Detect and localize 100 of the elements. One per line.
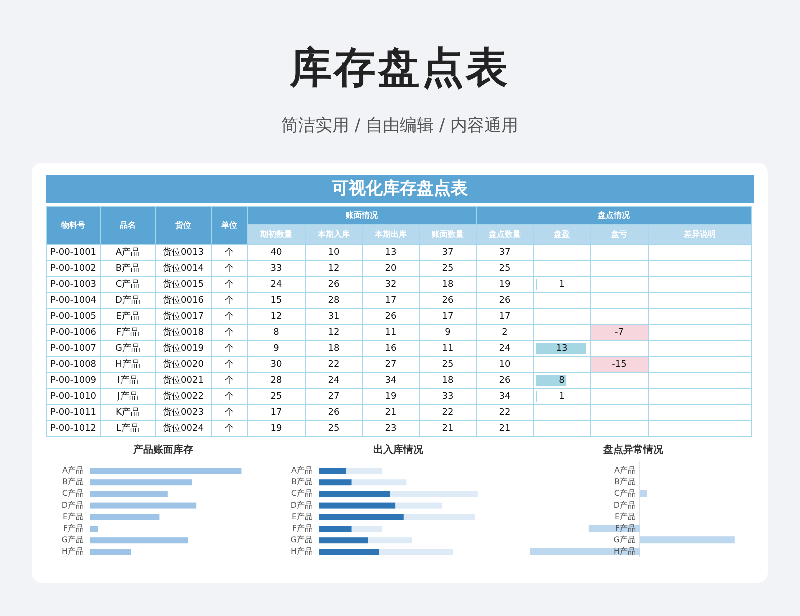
column-header: 差异说明 xyxy=(648,224,752,244)
table-cell: 28 xyxy=(306,292,362,308)
table-cell: 个 xyxy=(212,404,248,420)
table-cell: 19 xyxy=(248,420,306,436)
table-cell: G产品 xyxy=(100,340,156,356)
axis-label: B产品 xyxy=(614,478,636,487)
table-cell: 个 xyxy=(212,276,248,292)
axis-label: F产品 xyxy=(63,524,84,533)
table-cell: 25 xyxy=(420,356,476,372)
column-header: 本期出库 xyxy=(362,224,420,244)
table-cell: 2 xyxy=(476,324,534,340)
subtitle: 简洁实用 / 自由编辑 / 内容通用 xyxy=(281,115,519,137)
chart-title: 盘点异常情况 xyxy=(602,444,664,457)
table-cell: 22 xyxy=(420,404,476,420)
table-cell: 33 xyxy=(420,388,476,404)
table-cell: I产品 xyxy=(100,372,156,388)
table-cell: 25 xyxy=(476,260,534,276)
table-cell: 21 xyxy=(420,420,476,436)
table-cell: 27 xyxy=(362,356,420,372)
table-cell: 24 xyxy=(306,372,362,388)
axis-label: G产品 xyxy=(62,536,84,545)
table-cell: 26 xyxy=(362,308,420,324)
column-header: 品名 xyxy=(100,206,156,244)
table-cell: 货位0017 xyxy=(156,308,212,324)
table-cell: 13 xyxy=(362,244,420,260)
table-cell: 19 xyxy=(362,388,420,404)
table-cell: 17 xyxy=(476,308,534,324)
table-cell: 34 xyxy=(476,388,534,404)
table-cell: 货位0018 xyxy=(156,324,212,340)
column-header: 盘盈 xyxy=(534,224,590,244)
axis-label: C产品 xyxy=(614,489,636,498)
table-cell: 32 xyxy=(362,276,420,292)
table-cell: 17 xyxy=(248,404,306,420)
column-header: 单位 xyxy=(212,206,248,244)
surplus-value: 8 xyxy=(559,376,565,386)
table-cell: 26 xyxy=(306,404,362,420)
axis-label: A产品 xyxy=(614,466,636,475)
table-cell: 33 xyxy=(248,260,306,276)
table-cell: P-00-1009 xyxy=(46,372,100,388)
column-header: 盘点数量 xyxy=(476,224,534,244)
axis-label: D产品 xyxy=(62,500,84,510)
axis-label: B产品 xyxy=(292,478,313,487)
column-header: 期初数量 xyxy=(248,224,306,244)
table-cell: 12 xyxy=(306,324,362,340)
table-cell: 9 xyxy=(248,340,306,356)
table-cell: 个 xyxy=(212,292,248,308)
table-cell: 21 xyxy=(362,404,420,420)
table-cell: D产品 xyxy=(100,292,156,308)
table-cell: 26 xyxy=(476,292,534,308)
table-cell: 个 xyxy=(212,372,248,388)
column-header: 物料号 xyxy=(46,206,100,244)
table-cell: 11 xyxy=(362,324,420,340)
table-cell: 34 xyxy=(362,372,420,388)
table-cell: 个 xyxy=(212,260,248,276)
table-cell: P-00-1002 xyxy=(46,260,100,276)
table-cell: 22 xyxy=(306,356,362,372)
axis-label: D产品 xyxy=(614,500,636,510)
table-cell: 个 xyxy=(212,244,248,260)
column-header: 货位 xyxy=(156,206,212,244)
chart-title: 产品账面库存 xyxy=(132,443,194,457)
table-cell: 25 xyxy=(420,260,476,276)
table-cell: 货位0013 xyxy=(156,244,212,260)
axis-label: A产品 xyxy=(62,466,84,475)
table-cell: 17 xyxy=(420,308,476,324)
table-cell: 19 xyxy=(476,276,534,292)
table-cell: 26 xyxy=(476,372,534,388)
table-cell: 18 xyxy=(306,340,362,356)
axis-label: E产品 xyxy=(292,512,313,522)
axis-label: F产品 xyxy=(615,524,636,533)
group-header: 盘点情况 xyxy=(476,206,752,224)
table-cell: 31 xyxy=(306,308,362,324)
axis-label: F产品 xyxy=(292,524,313,533)
group-header: 账面情况 xyxy=(248,206,476,224)
sheet-title: 可视化库存盘点表 xyxy=(46,175,754,203)
axis-label: E产品 xyxy=(614,512,636,522)
axis-label: B产品 xyxy=(62,478,84,487)
table-cell: 37 xyxy=(420,244,476,260)
table-cell: 货位0020 xyxy=(156,356,212,372)
table-cell: 25 xyxy=(248,388,306,404)
table-cell: P-00-1012 xyxy=(46,420,100,436)
table-cell: 18 xyxy=(420,276,476,292)
table-cell: 24 xyxy=(248,276,306,292)
table-cell: 个 xyxy=(212,340,248,356)
table-cell: 20 xyxy=(362,260,420,276)
loss-cell: -7 xyxy=(590,324,648,340)
table-cell: 10 xyxy=(306,244,362,260)
table-cell: 37 xyxy=(476,244,534,260)
table-cell: P-00-1006 xyxy=(46,324,100,340)
table-cell: E产品 xyxy=(100,308,156,324)
axis-label: H产品 xyxy=(290,547,313,556)
table-cell: 个 xyxy=(212,324,248,340)
table-cell: 货位0014 xyxy=(156,260,212,276)
axis-label: H产品 xyxy=(62,547,84,556)
table-cell: 23 xyxy=(362,420,420,436)
table-cell: P-00-1005 xyxy=(46,308,100,324)
column-header: 盘亏 xyxy=(590,224,648,244)
table-cell: 货位0021 xyxy=(156,372,212,388)
table-cell: B产品 xyxy=(100,260,156,276)
table-cell: 货位0024 xyxy=(156,420,212,436)
column-header: 账面数量 xyxy=(420,224,476,244)
